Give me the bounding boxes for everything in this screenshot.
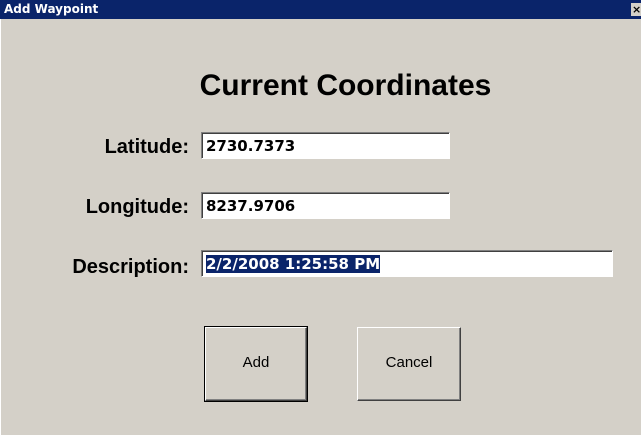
latitude-value: 2730.7373 bbox=[206, 137, 296, 155]
longitude-input[interactable]: 8237.9706 bbox=[201, 192, 450, 219]
cancel-button[interactable]: Cancel bbox=[357, 327, 461, 401]
latitude-input[interactable]: 2730.7373 bbox=[201, 132, 450, 159]
window-title: Add Waypoint bbox=[4, 2, 99, 16]
description-label: Description: bbox=[72, 256, 189, 278]
form-heading: Current Coordinates bbox=[199, 69, 492, 102]
description-value: 2/2/2008 1:25:58 PM bbox=[206, 255, 381, 273]
add-waypoint-dialog: Add Waypoint × Current Coordinates Latit… bbox=[0, 0, 641, 435]
add-button[interactable]: Add bbox=[204, 326, 308, 402]
longitude-value: 8237.9706 bbox=[206, 197, 296, 215]
title-bar[interactable]: Add Waypoint × bbox=[0, 0, 641, 19]
close-icon[interactable]: × bbox=[631, 3, 641, 16]
latitude-label: Latitude: bbox=[104, 136, 189, 158]
longitude-label: Longitude: bbox=[85, 196, 189, 218]
description-input[interactable]: 2/2/2008 1:25:58 PM bbox=[201, 250, 613, 277]
